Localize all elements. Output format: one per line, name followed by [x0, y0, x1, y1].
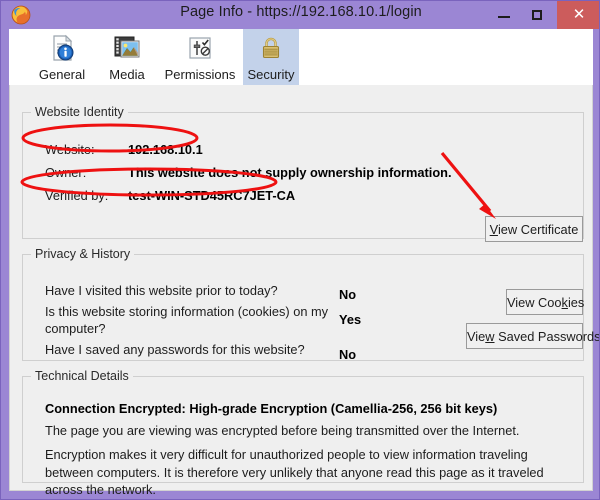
view-cookies-button[interactable]: View Cookies: [506, 289, 585, 315]
privacy-history-group: Privacy & History Have I visited this we…: [22, 247, 599, 362]
tab-permissions[interactable]: Permissions: [159, 29, 241, 85]
privacy-answer-visited: No: [339, 287, 357, 302]
website-identity-group: Website Identity Website: 192.168.10.1 O…: [22, 105, 584, 242]
owner-label: Owner:: [45, 165, 87, 180]
page-info-tabstrip: General Media Permissions Security: [9, 29, 593, 86]
technical-line-1: The page you are viewing was encrypted b…: [45, 423, 520, 438]
view-certificate-button[interactable]: View Certificate: [485, 216, 583, 242]
maximize-button[interactable]: [523, 1, 553, 29]
privacy-answer-passwords: No: [339, 347, 357, 362]
tab-general-label: General: [38, 67, 86, 82]
sliders-check-icon: [185, 33, 215, 63]
document-info-icon: [47, 33, 77, 63]
tab-security-label: Security: [247, 67, 295, 82]
website-identity-legend: Website Identity: [35, 105, 124, 119]
title-bar: Page Info - https://192.168.10.1/login ✕: [1, 1, 599, 29]
verified-by-value: test-WIN-STD45RC7JET-CA: [128, 188, 296, 203]
close-button[interactable]: ✕: [557, 1, 599, 29]
tab-security[interactable]: Security: [243, 29, 299, 85]
tab-general[interactable]: General: [31, 29, 93, 85]
tab-permissions-label: Permissions: [164, 67, 236, 82]
view-certificate-label-rest: iew Certificate: [497, 221, 579, 237]
security-panel: Website Identity Website: 192.168.10.1 O…: [9, 85, 599, 497]
privacy-question-cookies: Is this website storing information (coo…: [45, 304, 329, 336]
view-cookies-label-pre: View Coo: [507, 294, 562, 310]
verified-by-label: Verified by:: [45, 188, 109, 203]
technical-paragraph: Encryption makes it very difficult for u…: [45, 447, 544, 497]
close-icon: ✕: [572, 6, 586, 23]
minimize-icon: [498, 16, 510, 18]
view-cookies-label-post: ies: [567, 294, 585, 310]
tab-media[interactable]: Media: [99, 29, 155, 85]
owner-value: This website does not supply ownership i…: [128, 165, 452, 180]
connection-encrypted-heading: Connection Encrypted: High-grade Encrypt…: [45, 401, 498, 416]
website-label: Website:: [45, 142, 95, 157]
tab-media-label: Media: [109, 67, 145, 82]
minimize-button[interactable]: [489, 1, 519, 29]
page-info-window: Page Info - https://192.168.10.1/login ✕: [0, 0, 600, 500]
privacy-answer-cookies: Yes: [339, 312, 362, 327]
padlock-icon: [256, 33, 286, 63]
privacy-question-passwords: Have I saved any passwords for this webs…: [45, 342, 305, 357]
view-passwords-label-pre: Vie: [467, 328, 486, 344]
technical-details-legend: Technical Details: [35, 369, 129, 383]
website-value: 192.168.10.1: [128, 142, 203, 157]
technical-details-group: Technical Details Connection Encrypted: …: [22, 369, 584, 497]
media-image-icon: [112, 33, 142, 63]
privacy-history-legend: Privacy & History: [35, 247, 131, 261]
view-passwords-label-post: Saved Passwords: [494, 328, 600, 344]
maximize-icon: [532, 10, 542, 20]
view-saved-passwords-button[interactable]: View Saved Passwords: [466, 323, 599, 349]
privacy-question-visited: Have I visited this website prior to tod…: [45, 283, 278, 298]
